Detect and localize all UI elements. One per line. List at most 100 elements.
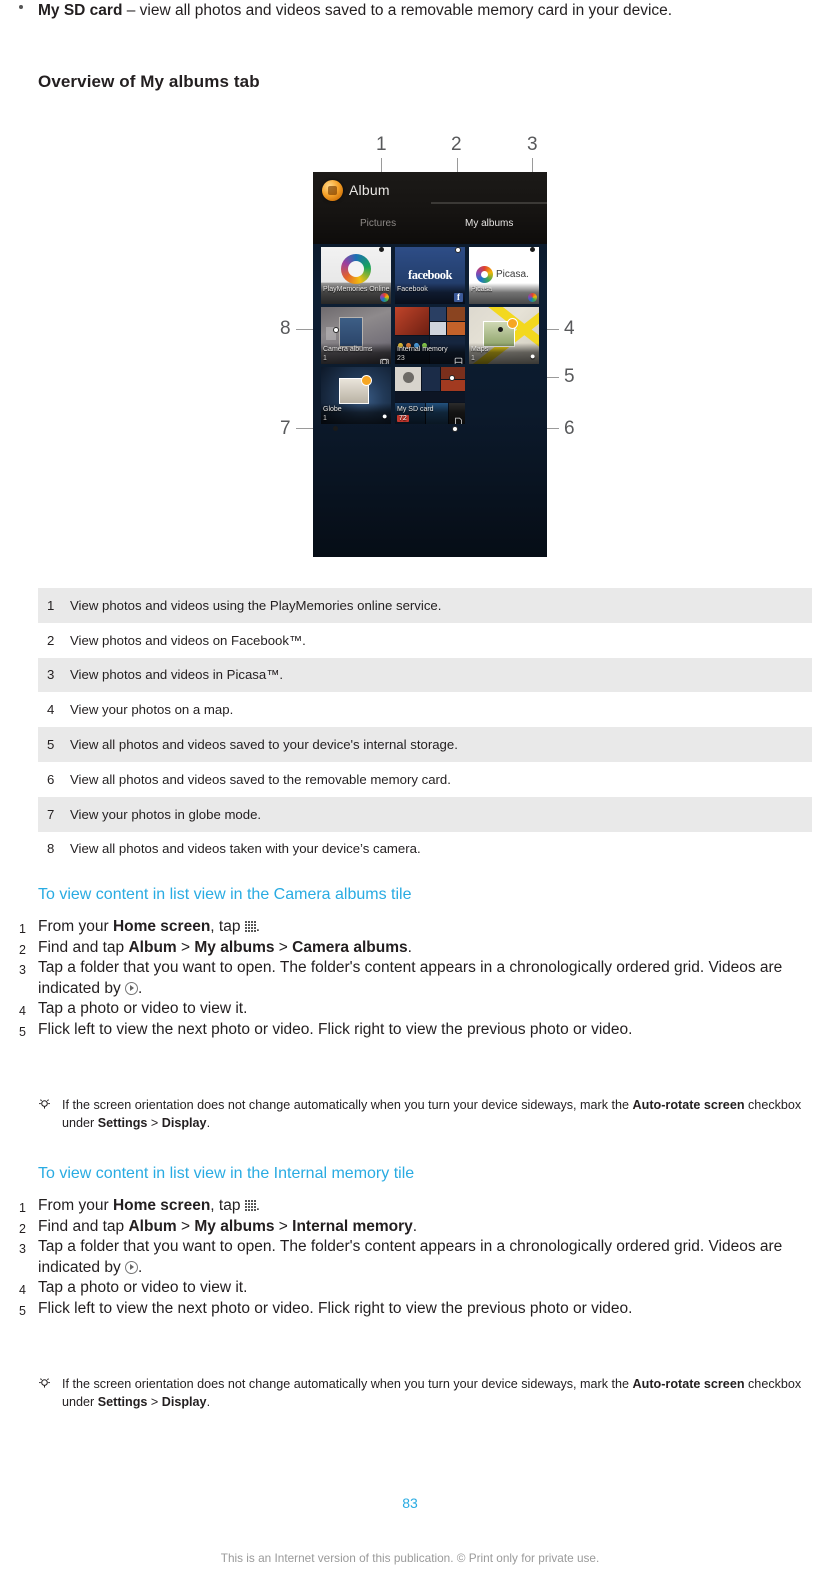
step-bold-home-screen: Home screen bbox=[112, 918, 211, 935]
tile-label: My SD card bbox=[397, 406, 434, 413]
tile-globe[interactable]: Globe 1 ● bbox=[321, 367, 391, 424]
note-bold-auto-rotate: Auto-rotate screen bbox=[632, 1377, 745, 1391]
step-text: From your Home screen, tap . bbox=[38, 918, 260, 935]
note-bold-auto-rotate: Auto-rotate screen bbox=[632, 1098, 745, 1112]
row-number: 7 bbox=[47, 806, 55, 822]
playmemories-badge-icon bbox=[380, 293, 389, 302]
table-row: 8 View all photos and videos taken with y… bbox=[38, 832, 812, 867]
bullet-text: My SD card – view all photos and videos … bbox=[38, 0, 814, 21]
note-bold-settings: Settings bbox=[97, 1115, 148, 1130]
note-part-4: . bbox=[206, 1394, 211, 1409]
note-bold-display: Display bbox=[161, 1115, 207, 1130]
app-action-bar: Album Pictures My albums bbox=[313, 172, 547, 244]
leader-dot-3 bbox=[530, 247, 535, 252]
tile-count: 1 bbox=[323, 355, 327, 362]
tip-note: If the screen orientation does not chang… bbox=[38, 1097, 816, 1132]
leader-dot-7 bbox=[333, 426, 338, 431]
row-text: View your photos on a map. bbox=[70, 702, 234, 718]
tip-note-text: If the screen orientation does not chang… bbox=[62, 1376, 816, 1411]
tile-maps[interactable]: Maps 1 ● bbox=[469, 307, 539, 364]
row-text: View photos and videos in Picasa™. bbox=[70, 667, 284, 683]
page-number: 83 bbox=[402, 1495, 418, 1511]
leader-dot-4 bbox=[498, 327, 503, 332]
picasa-badge-icon bbox=[528, 293, 537, 302]
callout-number-6: 6 bbox=[564, 418, 575, 439]
step-separator: > bbox=[176, 938, 195, 956]
tile-count: 1 bbox=[323, 415, 327, 422]
tile-count: 1 bbox=[471, 355, 475, 362]
step-prefix: Find and tap bbox=[38, 938, 129, 956]
table-row: 1 View photos and videos using the PlayMe… bbox=[38, 588, 812, 623]
step-bold-target-tile: Camera albums bbox=[292, 938, 408, 956]
callout-number-5: 5 bbox=[564, 366, 575, 387]
bullet-term: My SD card bbox=[38, 2, 123, 19]
row-text: View photos and videos using the PlayMem… bbox=[70, 597, 442, 613]
facebook-badge-icon bbox=[454, 292, 463, 302]
step-text: Flick left to view the next photo or vid… bbox=[38, 1020, 633, 1038]
callout-number-3: 3 bbox=[527, 134, 538, 155]
step-suffix: . bbox=[138, 1258, 143, 1276]
leader-dot-5 bbox=[449, 375, 455, 381]
row-text: View all photos and videos taken with yo… bbox=[70, 841, 421, 857]
step-bold-my-albums: My albums bbox=[194, 938, 275, 956]
tile-internal-memory[interactable]: Internal memory 23 bbox=[395, 307, 465, 364]
table-row: 3 View photos and videos in Picasa™. bbox=[38, 657, 812, 693]
callout-number-2: 2 bbox=[451, 134, 462, 155]
table-row: 4 View your photos on a map. bbox=[38, 692, 812, 727]
row-number: 5 bbox=[47, 737, 55, 753]
row-number: 4 bbox=[47, 702, 55, 718]
step-text: Tap a folder that you want to open. The … bbox=[38, 959, 782, 997]
note-part-3: > bbox=[147, 1115, 162, 1130]
step-text: Find and tap Album > My albums > Interna… bbox=[38, 1218, 417, 1235]
tab-pictures[interactable]: Pictures bbox=[360, 218, 396, 229]
step-number: 1 bbox=[19, 922, 26, 936]
list-item: 2 Find and tap Album > My albums > Camer… bbox=[19, 938, 809, 959]
step-text: Flick left to view the next photo or vid… bbox=[38, 1299, 633, 1317]
bullet-dot-icon bbox=[19, 5, 23, 9]
tile-label: Internal memory bbox=[397, 346, 448, 353]
section-heading: Overview of My albums tab bbox=[38, 72, 260, 91]
list-item: 5 Flick left to view the next photo or v… bbox=[19, 1020, 809, 1041]
step-number: 1 bbox=[19, 1201, 26, 1215]
step-prefix: Find and tap bbox=[38, 1217, 129, 1235]
playmemories-icon bbox=[341, 254, 371, 284]
tile-facebook[interactable]: facebook Facebook bbox=[395, 247, 465, 304]
step-bold-target-tile: Internal memory bbox=[292, 1217, 413, 1235]
note-part-1: If the screen orientation does not chang… bbox=[62, 1377, 633, 1391]
row-number: 6 bbox=[47, 771, 55, 787]
step-separator: > bbox=[274, 938, 293, 956]
storage-badge-icon bbox=[454, 353, 463, 364]
row-number: 1 bbox=[47, 597, 55, 613]
picasa-wordmark: Picasa. bbox=[496, 269, 529, 280]
leader-dot-6 bbox=[452, 426, 458, 432]
tile-picasa[interactable]: Picasa. Picasa bbox=[469, 247, 539, 304]
step-mid: , tap bbox=[210, 918, 245, 935]
tip-note: If the screen orientation does not chang… bbox=[38, 1376, 816, 1411]
table-row: 2 View photos and videos on Facebook™. bbox=[38, 623, 812, 658]
tip-bulb-icon bbox=[38, 1098, 51, 1111]
tab-my-albums[interactable]: My albums bbox=[465, 218, 513, 229]
callout-number-7: 7 bbox=[280, 418, 291, 439]
step-text: Find and tap Album > My albums > Camera … bbox=[38, 939, 412, 956]
tile-playmemories[interactable]: PlayMemories Online bbox=[321, 247, 391, 304]
procedure-steps: 1 From your Home screen, tap . 2 Find an… bbox=[19, 917, 809, 1041]
list-item: 5 Flick left to view the next photo or v… bbox=[19, 1299, 809, 1320]
list-item: 1 From your Home screen, tap . bbox=[19, 917, 809, 938]
list-item: 3 Tap a folder that you want to open. Th… bbox=[19, 1237, 809, 1278]
callout-legend-table: 1 View photos and videos using the PlayMe… bbox=[38, 588, 812, 866]
tile-label: Picasa bbox=[471, 286, 493, 293]
location-pin-icon: ● bbox=[382, 411, 388, 421]
tile-label: PlayMemories Online bbox=[323, 286, 390, 293]
step-bold-home-screen: Home screen bbox=[112, 1197, 211, 1214]
facebook-wordmark-icon: facebook bbox=[408, 268, 452, 282]
note-part-4: . bbox=[206, 1115, 211, 1130]
note-part-3: > bbox=[147, 1394, 162, 1409]
map-pin-icon bbox=[361, 375, 372, 386]
leader-dot-8 bbox=[333, 327, 339, 333]
step-separator: > bbox=[274, 1217, 293, 1235]
step-number: 3 bbox=[19, 963, 26, 978]
tile-camera-albums[interactable]: Camera albums 1 bbox=[321, 307, 391, 364]
step-suffix: . bbox=[255, 918, 261, 935]
list-item: 1 From your Home screen, tap . bbox=[19, 1196, 809, 1217]
sd-card-bullet: My SD card – view all photos and videos … bbox=[0, 0, 820, 21]
